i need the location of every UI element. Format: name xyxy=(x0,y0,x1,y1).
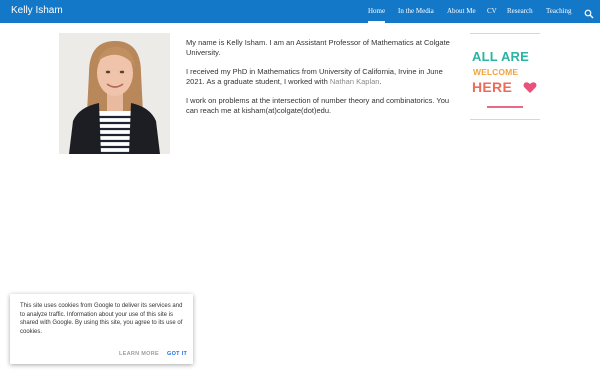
profile-photo xyxy=(59,33,170,155)
welcome-line-2: WELCOME xyxy=(473,67,519,77)
cookie-notice-text: This site uses cookies from Google to de… xyxy=(20,303,183,335)
top-bar: Kelly Isham Home In the Media About Me C… xyxy=(0,0,600,23)
advisor-link[interactable]: Nathan Kaplan xyxy=(330,77,380,86)
sidebar-divider-bottom xyxy=(470,119,540,120)
nav-about-me[interactable]: About Me xyxy=(447,7,476,15)
bio-phd-end: . xyxy=(379,76,382,86)
learn-more-button[interactable]: LEARN MORE xyxy=(119,351,159,357)
nav-teaching[interactable]: Teaching xyxy=(546,7,572,15)
got-it-button[interactable]: GOT IT xyxy=(167,351,187,357)
bio-text: My name is Kelly Isham. I am an Assistan… xyxy=(186,38,451,126)
bio-phd-text: I received my PhD in Mathematics from Un… xyxy=(186,67,443,86)
bio-paragraph-intro: My name is Kelly Isham. I am an Assistan… xyxy=(186,38,450,57)
nav-home[interactable]: Home xyxy=(368,7,386,23)
heart-icon xyxy=(523,81,537,99)
search-icon[interactable] xyxy=(584,6,594,19)
bio-paragraph-research: I work on problems at the intersection o… xyxy=(186,96,450,115)
nav-cv[interactable]: CV xyxy=(487,7,497,15)
cookie-banner: This site uses cookies from Google to de… xyxy=(10,294,193,364)
bio-paragraph-phd: I received my PhD in Mathematics from Un… xyxy=(186,67,451,86)
poster-footer-line xyxy=(487,106,523,108)
nav-in-the-media[interactable]: In the Media xyxy=(398,7,434,15)
site-title[interactable]: Kelly Isham xyxy=(11,5,63,16)
welcome-line-1: ALL ARE xyxy=(472,49,530,64)
welcome-poster: ALL ARE WELCOME HERE xyxy=(470,44,540,114)
nav-research[interactable]: Research xyxy=(507,7,533,15)
sidebar-divider-top xyxy=(470,33,540,34)
welcome-line-3: HERE xyxy=(472,79,513,95)
